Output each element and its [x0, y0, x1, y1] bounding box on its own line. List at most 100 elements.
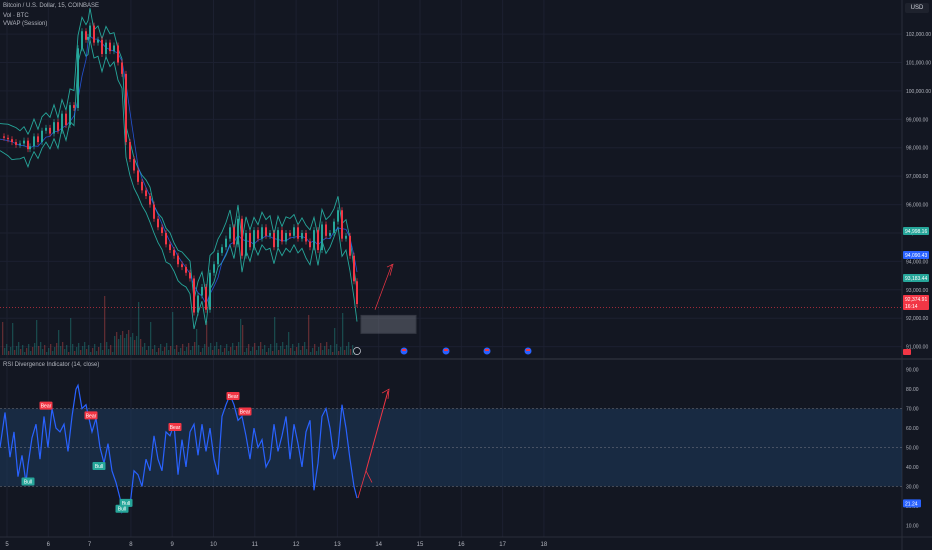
candle-body — [73, 105, 75, 108]
price-tick-label: 96,000.00 — [906, 203, 928, 209]
volume-bar — [28, 344, 30, 355]
rsi-legend[interactable]: RSI Divergence Indicator (14, close) — [3, 362, 99, 368]
volume-bar — [322, 350, 324, 355]
symbol-legend[interactable]: Bitcoin / U.S. Dollar, 15, COINBASE — [3, 3, 99, 9]
volume-bar — [230, 347, 232, 355]
candle-body — [249, 232, 251, 248]
volume-bar — [26, 348, 28, 355]
candle-body — [277, 230, 279, 248]
volume-bar — [282, 342, 284, 355]
candle-body — [141, 181, 143, 191]
time-tick-label: 13 — [334, 542, 341, 548]
volume-bar — [100, 343, 102, 355]
rsi-value-label: 21.24 — [905, 501, 918, 507]
candle-body — [7, 137, 9, 140]
volume-bar — [82, 346, 84, 355]
candle-body — [265, 227, 267, 236]
candle-body — [145, 190, 147, 197]
volume-bar — [288, 332, 290, 355]
volume-bar — [144, 343, 146, 355]
volume-bar — [214, 346, 216, 355]
volume-bar — [290, 348, 292, 355]
volume-bar — [30, 351, 32, 355]
volume-bar — [330, 345, 332, 355]
volume-bar — [166, 343, 168, 355]
divergence-label-text: Bear — [86, 413, 97, 419]
candle-body — [233, 227, 235, 245]
volume-bar — [352, 345, 354, 355]
chart-canvas[interactable]: 102,000.00 101,000.00 100,000.00 99,000.00 9… — [0, 0, 932, 550]
candle-body — [329, 232, 331, 236]
candle-body — [221, 247, 223, 253]
candle-body — [41, 130, 43, 143]
candle-body — [181, 264, 183, 268]
price-tick-label: 94,000.00 — [906, 259, 928, 265]
volume-bar — [300, 350, 302, 355]
volume-bar — [312, 348, 314, 355]
volume-bar — [254, 343, 256, 355]
candle-body — [153, 204, 155, 219]
price-tick-label: 99,000.00 — [906, 117, 928, 123]
volume-bar — [272, 351, 274, 355]
time-tick-label: 8 — [129, 542, 133, 548]
volume-bar — [120, 335, 122, 355]
envelope-lower-line — [0, 39, 358, 330]
volume-bar — [104, 296, 106, 355]
volume-bar — [96, 351, 98, 355]
volume-bar — [338, 351, 340, 355]
vwap-legend[interactable]: VWAP (Session) — [3, 21, 47, 27]
price-tag-label: 16:14 — [905, 304, 918, 310]
time-tick-label: 6 — [47, 542, 51, 548]
divergence-label-text: Bull — [24, 480, 32, 486]
volume-bar — [112, 352, 114, 355]
volume-bar — [118, 339, 120, 355]
volume-bar — [20, 349, 22, 355]
candle-body — [129, 142, 131, 160]
volume-bar — [266, 352, 268, 355]
candle-body — [149, 196, 151, 205]
volume-bar — [246, 348, 248, 355]
volume-bar — [4, 348, 6, 355]
volume-bar — [42, 349, 44, 355]
candle-body — [257, 230, 259, 239]
volume-bar — [150, 322, 152, 355]
volume-bar — [164, 347, 166, 355]
volume-bar — [324, 346, 326, 355]
volume-bar — [140, 339, 142, 355]
candle-body — [349, 235, 351, 256]
volume-bar — [262, 349, 264, 355]
currency-label[interactable]: USD — [905, 3, 929, 13]
volume-bar — [34, 343, 36, 355]
volume-bar — [218, 349, 220, 355]
volume-bar — [98, 347, 100, 355]
volume-bar — [70, 318, 72, 355]
candles — [3, 22, 358, 316]
volume-bar — [236, 346, 238, 355]
volume-legend[interactable]: Vol · BTC — [3, 13, 29, 19]
candle-body — [15, 142, 17, 145]
candle-body — [285, 232, 287, 242]
volume-bar — [32, 347, 34, 355]
candle-body — [225, 238, 227, 248]
volume-bar — [224, 348, 226, 355]
volume-bar — [10, 347, 12, 355]
candle-body — [161, 227, 163, 233]
candle-body — [333, 221, 335, 233]
candle-body — [245, 232, 247, 256]
candle-body — [169, 244, 171, 251]
volume-bar — [74, 351, 76, 355]
candle-body — [317, 230, 319, 251]
volume-bar — [46, 352, 48, 355]
volume-bar — [116, 332, 118, 355]
volume-bar — [350, 349, 352, 355]
volume-bar — [62, 342, 64, 355]
volume-bar — [58, 330, 60, 355]
volume-bar — [348, 342, 350, 355]
volume-bar — [344, 350, 346, 355]
volume-bar — [190, 350, 192, 355]
candle-body — [33, 136, 35, 147]
volume-bar — [156, 352, 158, 355]
candle-body — [345, 235, 347, 239]
volume-bar — [110, 345, 112, 355]
volume-bar — [336, 344, 338, 355]
